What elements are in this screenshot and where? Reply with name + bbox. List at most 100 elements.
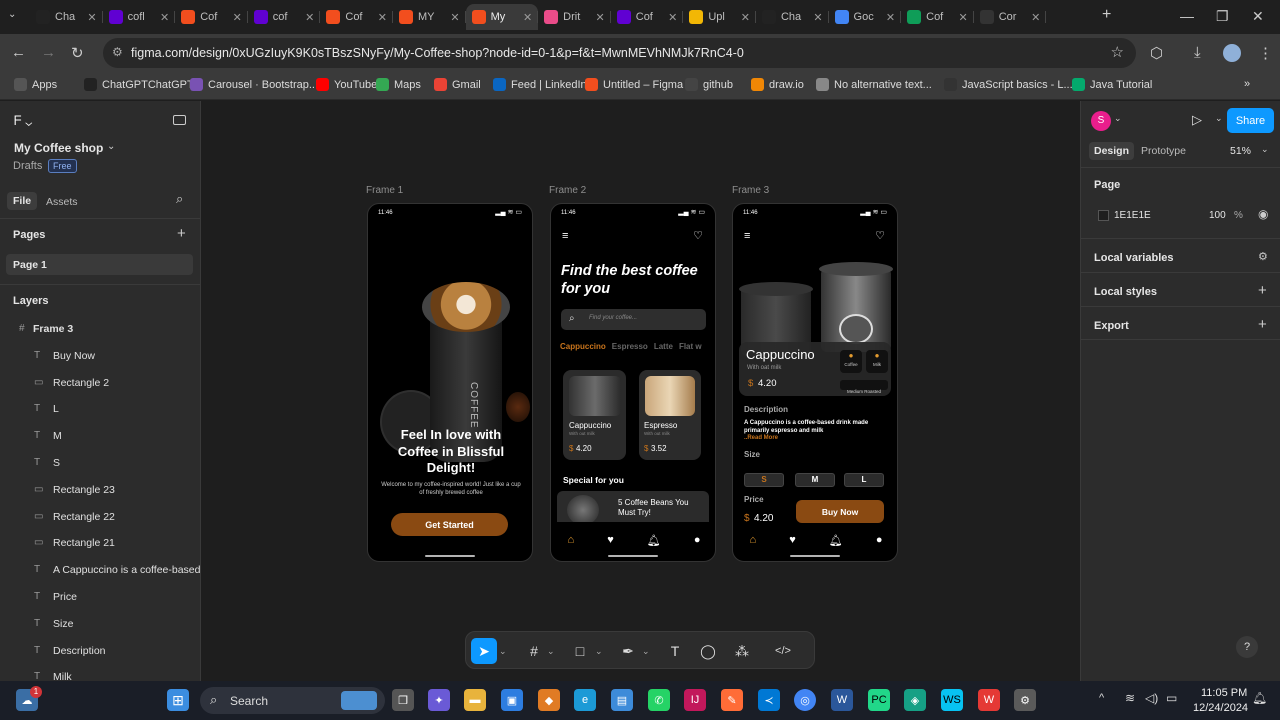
whatsapp-icon[interactable]: ✆ [648, 689, 670, 711]
page-color-hex[interactable]: 1E1E1E [1114, 210, 1151, 221]
rectangle-tool-chevron-icon[interactable]: ⌄ [595, 638, 603, 664]
move-tool[interactable]: ➤ [471, 638, 497, 664]
pycharm-icon[interactable]: PC [868, 689, 890, 711]
extensions-icon[interactable]: ⬡ [1150, 44, 1163, 62]
frame-3-label[interactable]: Frame 3 [732, 185, 769, 196]
visibility-eye-icon[interactable]: ◉ [1258, 207, 1268, 221]
actions-tool[interactable]: ⁂ [732, 638, 752, 664]
menu-icon[interactable]: ⋮ [1258, 44, 1273, 62]
microsoft-store-icon[interactable]: ▣ [501, 689, 523, 711]
user-avatar[interactable]: S [1091, 111, 1111, 131]
browser-tab[interactable]: Cha ✕ [30, 4, 103, 30]
figma-canvas[interactable]: Frame 1 11:46 ▂▄ ≋ ▭ COFFEE Feel In love… [201, 101, 1079, 681]
move-tool-chevron-icon[interactable]: ⌄ [499, 638, 507, 664]
layer-item[interactable]: ▭ Rectangle 2 [0, 371, 200, 397]
app-icon[interactable]: ◈ [904, 689, 926, 711]
bookmark-item[interactable]: github [685, 78, 733, 91]
close-tab-icon[interactable]: ✕ [886, 11, 895, 24]
browser-tab[interactable]: Cof ✕ [611, 4, 684, 30]
close-tab-icon[interactable]: ✕ [668, 11, 677, 24]
project-name[interactable]: My Coffee shop [14, 141, 103, 155]
text-tool[interactable]: T [665, 638, 685, 664]
frame-3[interactable]: 11:46 ▂▄ ≋ ▭ ≡ ♡ Cappuccino With oat mil… [732, 203, 898, 562]
browser-tab[interactable]: Cha ✕ [756, 4, 829, 30]
add-export-icon[interactable]: + [1258, 316, 1267, 333]
bookmark-item[interactable]: draw.io [751, 78, 804, 91]
layer-item[interactable]: ▭ Rectangle 21 [0, 531, 200, 557]
tab-search-button[interactable]: ⌄ [8, 9, 16, 20]
close-tab-icon[interactable]: ✕ [596, 11, 605, 24]
assets-tab[interactable]: Assets [46, 196, 78, 208]
close-tab-icon[interactable]: ✕ [450, 11, 459, 24]
frame-tool[interactable]: # [524, 638, 544, 664]
dev-mode-toggle[interactable]: </> [770, 638, 796, 664]
comment-tool[interactable]: ◯ [698, 638, 718, 664]
bookmarks-overflow-icon[interactable]: » [1244, 78, 1250, 90]
project-chevron-icon[interactable]: ⌄ [107, 141, 115, 152]
browser-tab[interactable]: MY ✕ [393, 4, 466, 30]
browser-tab[interactable]: Drit ✕ [538, 4, 611, 30]
profile-avatar[interactable] [1223, 44, 1241, 62]
browser-tab[interactable]: Cof ✕ [175, 4, 248, 30]
browser-tab[interactable]: Cor ✕ [974, 4, 1047, 30]
browser-tab[interactable]: cofl ✕ [103, 4, 176, 30]
bookmark-item[interactable]: Feed | LinkedIn [493, 78, 587, 91]
page-color-swatch[interactable] [1098, 210, 1109, 221]
layer-item[interactable]: # Frame 3 [0, 317, 200, 343]
chrome-icon[interactable]: ◎ [794, 689, 816, 711]
layer-item[interactable]: ▭ Rectangle 23 [0, 478, 200, 504]
notepad-icon[interactable]: ▤ [611, 689, 633, 711]
address-bar[interactable]: ⚙ figma.com/design/0xUGzIuyK9K0sTBszSNyF… [103, 38, 1136, 68]
zoom-level[interactable]: 51% [1230, 145, 1251, 157]
minimize-button[interactable]: — [1180, 8, 1194, 24]
bookmark-item[interactable]: Untitled – Figma [585, 78, 683, 91]
zoom-chevron-icon[interactable]: ⌄ [1261, 144, 1269, 155]
vscode-icon[interactable]: ≺ [758, 689, 780, 711]
layer-item[interactable]: ▭ Rectangle 22 [0, 505, 200, 531]
bookmark-star-icon[interactable]: ☆ [1111, 43, 1124, 61]
webstorm-icon[interactable]: WS [941, 689, 963, 711]
browser-tab[interactable]: Goc ✕ [829, 4, 902, 30]
app-icon[interactable]: ◆ [538, 689, 560, 711]
close-tab-icon[interactable]: ✕ [378, 11, 387, 24]
layer-item[interactable]: T Price [0, 585, 200, 611]
search-icon[interactable]: ⌕ [176, 191, 183, 207]
new-tab-button[interactable]: + [1102, 6, 1111, 24]
bookmark-item[interactable]: YouTube [316, 78, 377, 91]
close-window-button[interactable]: ✕ [1252, 8, 1264, 25]
drafts-label[interactable]: Drafts [13, 160, 42, 172]
browser-tab[interactable]: Cof ✕ [320, 4, 393, 30]
close-tab-icon[interactable]: ✕ [523, 11, 532, 24]
layer-item[interactable]: TS [0, 451, 200, 477]
bookmark-item[interactable]: Maps [376, 78, 421, 91]
browser-tab[interactable]: Upl ✕ [683, 4, 756, 30]
bookmark-item[interactable]: JavaScript basics - L... [944, 78, 1073, 91]
help-icon[interactable]: ? [1236, 636, 1258, 658]
frame-tool-chevron-icon[interactable]: ⌄ [547, 638, 555, 664]
word-icon[interactable]: W [831, 689, 853, 711]
layer-item[interactable]: T A Cappuccino is a coffee-based d [0, 558, 200, 584]
page-item-page-1[interactable]: Page 1 [6, 254, 193, 275]
design-tab[interactable]: Design [1089, 142, 1135, 160]
clock-time[interactable]: 11:05 PM [1201, 687, 1247, 699]
bookmark-item[interactable]: Carousel · Bootstrap... [190, 78, 318, 91]
settings-icon[interactable]: ⚙ [1014, 689, 1036, 711]
pen-tool-chevron-icon[interactable]: ⌄ [642, 638, 650, 664]
bookmark-item[interactable]: Apps [14, 78, 57, 91]
back-icon[interactable]: ← [11, 44, 26, 61]
close-tab-icon[interactable]: ✕ [959, 11, 968, 24]
notifications-bell-icon[interactable]: 🔔︎ [1252, 691, 1267, 705]
browser-tab[interactable]: Cof ✕ [901, 4, 974, 30]
layer-item[interactable]: TM [0, 424, 200, 450]
edge-icon[interactable]: e [574, 689, 596, 711]
page-opacity-value[interactable]: 100 [1209, 210, 1226, 221]
export-section[interactable]: Export + [1081, 306, 1280, 340]
bookmark-item[interactable]: Java Tutorial [1072, 78, 1152, 91]
site-info-icon[interactable]: ⚙ [112, 45, 123, 59]
close-tab-icon[interactable]: ✕ [741, 11, 750, 24]
frame-1[interactable]: 11:46 ▂▄ ≋ ▭ COFFEE Feel In love with Co… [367, 203, 533, 562]
battery-icon[interactable]: ▭ [1166, 691, 1177, 705]
wifi-icon[interactable]: ≋ [1125, 691, 1135, 705]
wps-icon[interactable]: W [978, 689, 1000, 711]
file-explorer-icon[interactable]: ▬ [464, 689, 486, 711]
